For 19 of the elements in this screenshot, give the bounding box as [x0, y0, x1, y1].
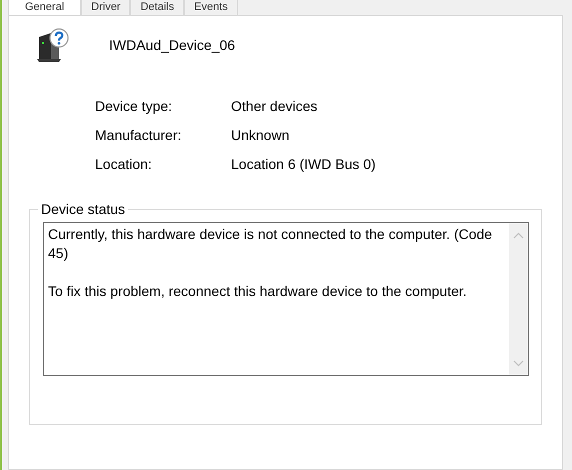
group-title: Device status: [40, 201, 126, 217]
status-text-box[interactable]: Currently, this hardware device is not connected to the computer. (Code 45) To fix this problem, reconnect this hardware device to the computer.: [43, 222, 529, 376]
property-label: Device type:: [95, 98, 174, 114]
tab[interactable]: Driver: [81, 0, 130, 15]
property-value: Location 6 (IWD Bus 0): [231, 156, 376, 172]
tab[interactable]: General: [8, 0, 82, 15]
scroll-down-icon[interactable]: [513, 360, 524, 367]
unknown-device-icon: [35, 27, 69, 63]
property-label: Location:: [95, 156, 153, 172]
property-value: Other devices: [231, 98, 318, 114]
status-message: To fix this problem, reconnect this hardware device to the computer.: [48, 282, 468, 301]
device-name: IWDAud_Device_06: [109, 37, 236, 53]
tab[interactable]: Details: [130, 0, 184, 15]
property-label: Manufacturer:: [95, 127, 182, 143]
property-value: Unknown: [231, 127, 290, 143]
status-message: Currently, this hardware device is not connected to the computer. (Code 45): [48, 225, 494, 263]
scrollbar[interactable]: [509, 223, 528, 375]
tab[interactable]: Events: [184, 0, 238, 15]
scroll-up-icon[interactable]: [513, 232, 524, 239]
